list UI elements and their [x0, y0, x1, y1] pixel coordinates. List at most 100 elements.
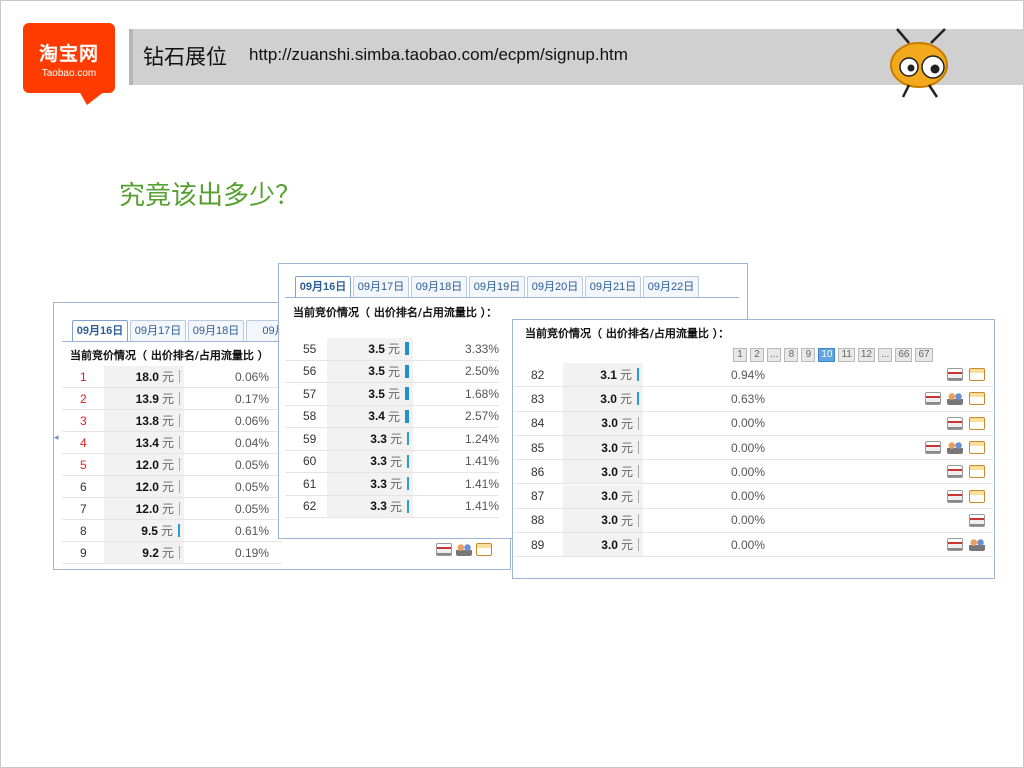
people-icon[interactable] — [947, 441, 963, 455]
page-button[interactable]: ... — [877, 348, 893, 362]
people-icon[interactable] — [947, 392, 963, 406]
table-row: 60 3.3 元 1.41% — [285, 450, 499, 473]
rank-value: 59 — [303, 431, 317, 446]
bid-price: 13.4 元 — [104, 432, 184, 453]
traffic-bar — [407, 454, 409, 468]
rank-value: 89 — [531, 537, 545, 552]
page-button[interactable]: 66 — [895, 348, 913, 362]
traffic-share: 2.50% — [464, 364, 499, 379]
card-icon[interactable] — [969, 441, 985, 455]
rank-value: 61 — [303, 476, 317, 491]
taobao-logo[interactable]: 淘宝网 Taobao.com — [23, 23, 115, 105]
price-value: 12.0 — [135, 479, 159, 494]
rank-value: 57 — [303, 386, 317, 401]
table-row: 56 3.5 元 2.50% — [285, 360, 499, 383]
price-value: 13.4 — [135, 435, 159, 450]
rank-value: 3 — [80, 413, 87, 428]
house-icon[interactable] — [947, 368, 963, 382]
card-icon[interactable] — [969, 489, 985, 503]
traffic-share: 0.00% — [730, 513, 765, 528]
page-button[interactable]: 8 — [784, 348, 799, 362]
row-icons — [925, 392, 993, 406]
price-value: 3.3 — [370, 454, 387, 469]
price-value: 3.3 — [370, 476, 387, 491]
traffic-share: 2.57% — [464, 409, 499, 424]
page-button[interactable]: 67 — [915, 348, 933, 362]
traffic-share: 0.06% — [234, 369, 269, 384]
page-url: http://zuanshi.simba.taobao.com/ecpm/sig… — [249, 45, 628, 64]
date-tab[interactable]: 09月16日 — [295, 276, 351, 297]
page-button[interactable]: 2 — [750, 348, 764, 362]
price-value: 3.0 — [601, 537, 618, 552]
traffic-share: 0.05% — [234, 501, 269, 516]
scroll-left-icon[interactable]: ◂ — [54, 433, 59, 443]
row-icons — [969, 513, 993, 527]
traffic-bar — [638, 513, 639, 527]
price-value: 3.0 — [601, 464, 618, 479]
card-icon[interactable] — [476, 543, 492, 556]
logo-text-en: Taobao.com — [41, 68, 97, 79]
bid-price: 3.5 元 — [327, 360, 413, 382]
page-button[interactable]: 9 — [801, 348, 816, 362]
rank-value: 56 — [303, 364, 317, 379]
bid-price: 3.3 元 — [327, 495, 413, 517]
traffic-bar — [638, 465, 639, 479]
rank-value: 5 — [80, 457, 87, 472]
card-icon[interactable] — [969, 368, 985, 382]
house-icon[interactable] — [969, 513, 985, 527]
table-row: 8 9.5 元 0.61% — [62, 520, 282, 542]
price-unit: 元 — [620, 489, 633, 504]
bid-panel-right: 当前竞价情况（ 出价排名/占用流量比 ）： 1 2... 8 9 10 11 12... 66… — [512, 319, 995, 579]
page-button[interactable]: 12 — [857, 348, 875, 362]
table-row: 88 3.0 元 0.00% — [513, 508, 993, 534]
row-icons — [947, 368, 993, 382]
date-tab[interactable]: 09月17日 — [130, 320, 186, 341]
price-value: 13.9 — [135, 391, 159, 406]
page-button[interactable]: 11 — [838, 348, 855, 362]
rank-value: 62 — [303, 499, 317, 514]
date-tab[interactable]: 09月22日 — [643, 276, 699, 297]
table-row: 1 18.0 元 0.06% — [62, 366, 282, 388]
date-tab[interactable]: 09月18日 — [188, 320, 244, 341]
page-button[interactable]: 10 — [818, 348, 836, 362]
traffic-bar — [405, 342, 409, 356]
price-value: 3.3 — [370, 431, 387, 446]
traffic-share: 1.41% — [464, 499, 499, 514]
pagination: 1 2... 8 9 10 11 12... 66 67 — [733, 348, 933, 362]
traffic-bar — [405, 387, 409, 401]
table-row: 58 3.4 元 2.57% — [285, 405, 499, 428]
people-icon[interactable] — [456, 543, 472, 556]
house-icon[interactable] — [947, 465, 963, 479]
card-icon[interactable] — [969, 416, 985, 430]
price-value: 3.0 — [601, 513, 618, 528]
date-tab[interactable]: 09月20日 — [527, 276, 583, 297]
date-tab[interactable]: 09月19日 — [469, 276, 525, 297]
house-icon[interactable] — [436, 543, 452, 556]
date-tab[interactable]: 09月18日 — [411, 276, 467, 297]
card-icon[interactable] — [969, 392, 985, 406]
rank-value: 58 — [303, 409, 317, 424]
traffic-bar — [407, 477, 409, 491]
house-icon[interactable] — [947, 416, 963, 430]
table-row: 7 12.0 元 0.05% — [62, 498, 282, 520]
price-unit: 元 — [620, 538, 633, 553]
house-icon[interactable] — [925, 441, 941, 455]
page-button[interactable]: ... — [767, 348, 782, 362]
page-button[interactable]: 1 — [733, 348, 747, 362]
card-icon[interactable] — [969, 465, 985, 479]
house-icon[interactable] — [947, 489, 963, 503]
bid-price: 3.1 元 — [563, 363, 643, 387]
traffic-bar — [179, 458, 180, 471]
date-tab[interactable]: 09月17日 — [353, 276, 409, 297]
rank-value: 84 — [531, 416, 545, 431]
house-icon[interactable] — [947, 538, 963, 552]
traffic-share: 0.05% — [234, 457, 269, 472]
row-icons — [947, 465, 993, 479]
date-tab[interactable]: 09月21日 — [585, 276, 641, 297]
house-icon[interactable] — [925, 392, 941, 406]
traffic-share: 0.61% — [234, 523, 269, 538]
traffic-bar — [637, 392, 639, 406]
price-value: 3.0 — [601, 440, 618, 455]
people-icon[interactable] — [969, 538, 985, 552]
date-tab[interactable]: 09月16日 — [72, 320, 128, 341]
